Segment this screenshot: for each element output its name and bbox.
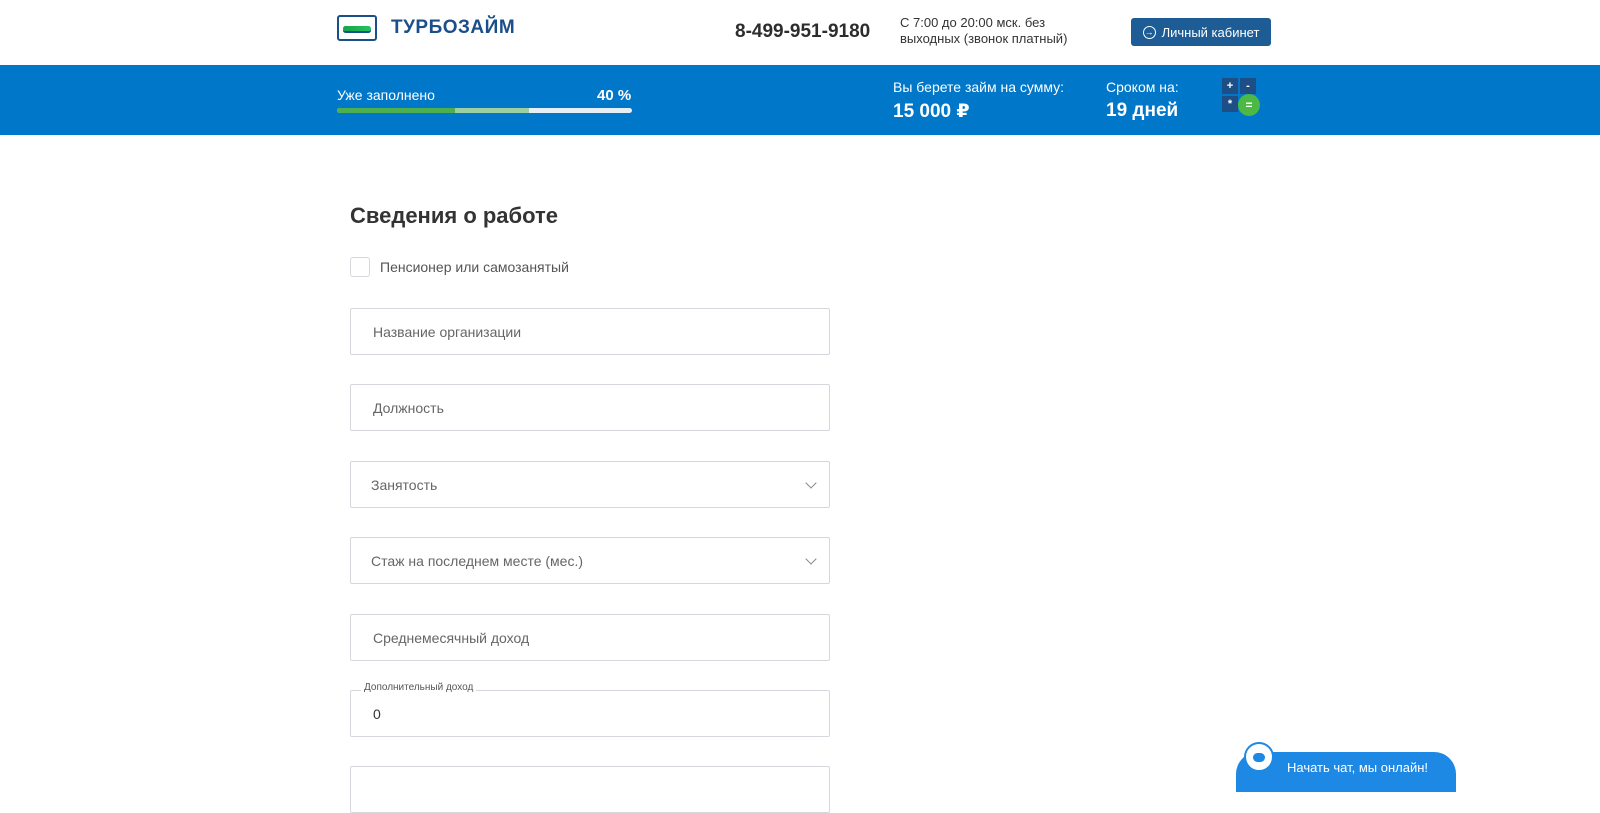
calculator-icon[interactable]: + - * = <box>1222 78 1262 118</box>
chevron-down-icon <box>805 553 817 565</box>
chevron-down-icon <box>805 477 817 489</box>
experience-select-label: Стаж на последнем месте (мес.) <box>371 552 583 569</box>
progress-fill-secondary <box>455 108 529 113</box>
chat-label: Начать чат, мы онлайн! <box>1287 760 1429 775</box>
calc-key-multiply: * <box>1222 96 1238 112</box>
pensioner-label: Пенсионер или самозанятый <box>380 259 569 275</box>
position-field-wrapper <box>350 384 830 431</box>
organization-field-wrapper <box>350 308 830 355</box>
extra-income-legend: Дополнительный доход <box>361 682 477 693</box>
login-icon: → <box>1142 25 1156 39</box>
organization-input[interactable] <box>351 309 829 354</box>
progress-track <box>337 108 632 113</box>
pensioner-checkbox[interactable] <box>350 257 370 277</box>
extra-income-field-wrapper: Дополнительный доход <box>350 682 830 737</box>
progress-label: Уже заполнено <box>337 87 435 103</box>
loan-amount-label: Вы берете займ на сумму: <box>893 79 1065 95</box>
experience-select[interactable]: Стаж на последнем месте (мес.) <box>350 537 830 584</box>
calc-key-plus: + <box>1222 78 1238 94</box>
logo-text: ТУРБОЗАЙМ <box>391 17 516 38</box>
personal-cabinet-label: Личный кабинет <box>1161 24 1260 40</box>
income-field-wrapper <box>350 614 830 661</box>
loan-term-label: Сроком на: <box>1106 79 1179 95</box>
position-input[interactable] <box>351 385 829 430</box>
loan-amount-value: 15 000 ₽ <box>893 101 970 122</box>
pensioner-checkbox-row[interactable]: Пенсионер или самозанятый <box>350 257 569 277</box>
extra-income-input[interactable] <box>351 691 829 736</box>
progress-value: 40 % <box>597 87 632 104</box>
phone-number[interactable]: 8-499-951-9180 <box>735 21 870 43</box>
working-hours: С 7:00 до 20:00 мск. без выходных (звоно… <box>900 15 1068 46</box>
loan-term-value: 19 дней <box>1106 100 1179 121</box>
next-field-wrapper <box>350 766 830 813</box>
calc-key-equals: = <box>1238 94 1260 116</box>
chat-bubble-icon[interactable] <box>1244 742 1274 772</box>
progress-fill <box>337 108 455 113</box>
top-header: ТУРБОЗАЙМ 8-499-951-9180 С 7:00 до 20:00… <box>0 0 1600 65</box>
calc-key-minus: - <box>1240 78 1256 94</box>
employment-select-label: Занятость <box>371 476 438 493</box>
personal-cabinet-button[interactable]: → Личный кабинет <box>1131 18 1271 46</box>
form-title: Сведения о работе <box>350 203 559 228</box>
logo-card-icon <box>337 15 377 41</box>
monthly-income-input[interactable] <box>351 615 829 660</box>
employment-select[interactable]: Занятость <box>350 461 830 508</box>
logo[interactable]: ТУРБОЗАЙМ <box>337 15 515 41</box>
loan-status-bar: Уже заполнено 40 % Вы берете займ на сум… <box>0 65 1600 135</box>
